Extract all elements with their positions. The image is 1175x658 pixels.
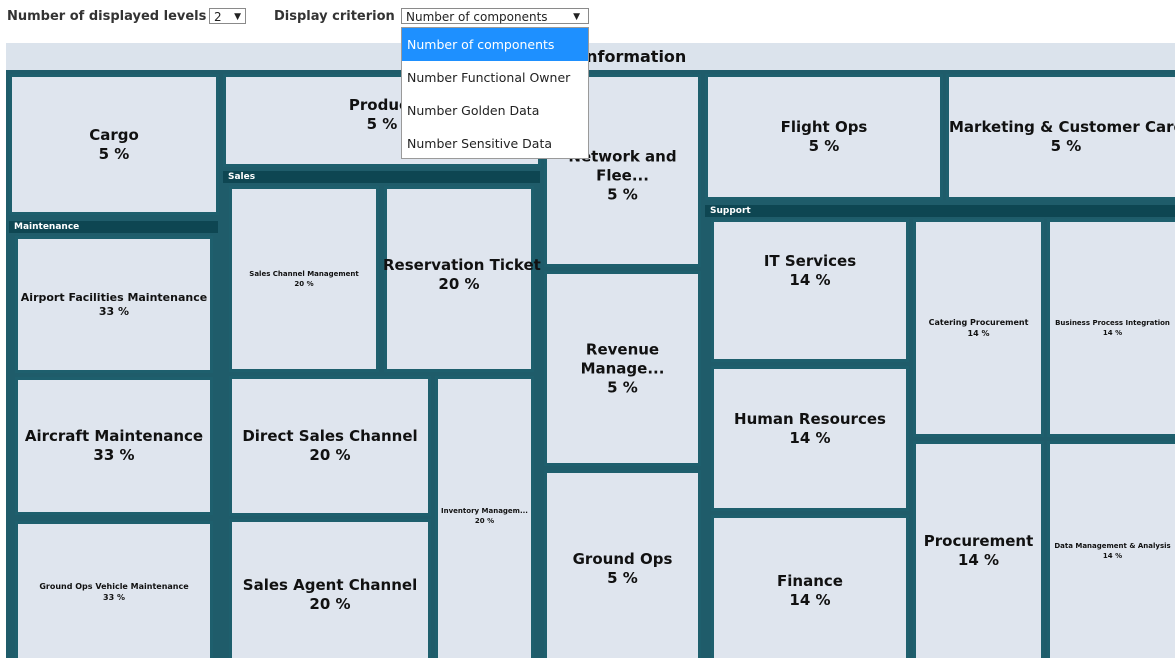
cell-value: 5 %: [607, 378, 638, 396]
cell-value: 20 %: [294, 280, 314, 288]
criterion-select-value: Number of components: [406, 10, 548, 24]
cell-label: Human Resources: [734, 409, 886, 428]
cell-label: Data Management & Analysis: [1054, 542, 1171, 550]
cell-label: Sales Channel Management: [249, 270, 359, 278]
treemap-title: Business Information: [494, 47, 687, 66]
treemap-cell-catering-procurement[interactable]: Catering Procurement 14 %: [913, 219, 1044, 437]
treemap-cell-cargo[interactable]: Cargo 5 %: [9, 74, 219, 215]
treemap-cell-finance[interactable]: Finance 14 %: [711, 515, 909, 658]
cell-label: Business Process Integration: [1055, 319, 1170, 327]
cell-value: 33 %: [98, 304, 130, 318]
criterion-option[interactable]: Number Golden Data: [402, 94, 588, 127]
cell-value: 14 %: [789, 271, 831, 290]
cell-value: 20 %: [309, 595, 351, 614]
cell-label: Airport Facilities Maintenance: [20, 290, 208, 304]
cell-label: Finance: [777, 571, 843, 590]
cell-value: 33 %: [103, 593, 125, 603]
cell-value: 14 %: [789, 428, 831, 447]
cell-label: Direct Sales Channel: [242, 427, 418, 445]
treemap-cell-business-process-integration[interactable]: Business Process Integration 14 %: [1047, 219, 1175, 437]
cell-value: 5 %: [98, 144, 130, 163]
treemap-cell-ground-ops-vehicle-maintenance[interactable]: Ground Ops Vehicle Maintenance 33 %: [15, 521, 213, 658]
cell-value: 20 %: [438, 275, 480, 294]
levels-select[interactable]: 2 ▼: [209, 8, 246, 24]
cell-label: Marketing & Customer Care: [949, 118, 1175, 136]
cell-value: 33 %: [93, 446, 135, 464]
treemap-cell-it-services[interactable]: IT Services 14 %: [711, 219, 909, 362]
group-header-sales[interactable]: Sales: [223, 171, 540, 183]
criterion-label: Display criterion: [274, 9, 395, 24]
cell-label: Sales Agent Channel: [242, 576, 418, 595]
treemap-cell-flight-ops[interactable]: Flight Ops 5 %: [705, 74, 943, 200]
cell-value: 14 %: [789, 590, 831, 609]
cell-label: Reservation Ticket: [383, 256, 541, 275]
cell-value: 20 %: [474, 516, 495, 525]
criterion-dropdown-list: Number of components Number Functional O…: [401, 27, 589, 159]
cell-value: 14 %: [957, 551, 1000, 569]
cell-value: 5 %: [607, 185, 638, 204]
chevron-down-icon: ▼: [573, 12, 580, 22]
cell-label: Ground Ops: [572, 550, 673, 569]
treemap-cell-ground-ops[interactable]: Ground Ops 5 %: [544, 470, 701, 658]
treemap-cell-sales-channel-management[interactable]: Sales Channel Management 20 %: [229, 186, 379, 372]
treemap-cell-inventory-management[interactable]: Inventory Managem... 20 %: [435, 376, 534, 658]
treemap-cell-sales-agent-channel[interactable]: Sales Agent Channel 20 %: [229, 519, 431, 658]
cell-value: 14 %: [1102, 329, 1123, 337]
cell-label: Inventory Managem...: [441, 506, 528, 515]
treemap-cell-revenue-management[interactable]: Revenue Manage... 5 %: [544, 271, 701, 466]
levels-label: Number of displayed levels: [7, 9, 207, 24]
cell-label: Cargo: [89, 125, 139, 144]
cell-value: 5 %: [607, 569, 638, 588]
cell-value: 20 %: [309, 446, 351, 464]
cell-label: Revenue Manage...: [580, 340, 665, 377]
treemap-cell-aircraft-maintenance[interactable]: Aircraft Maintenance 33 %: [15, 377, 213, 515]
criterion-select[interactable]: Number of components ▼: [401, 8, 589, 24]
chevron-down-icon: ▼: [234, 12, 241, 22]
treemap-cell-marketing-customer-care[interactable]: Marketing & Customer Care 5 %: [946, 74, 1175, 200]
cell-value: 14 %: [967, 329, 990, 338]
treemap-cell-data-management-analysis[interactable]: Data Management & Analysis 14 %: [1047, 441, 1175, 658]
cell-value: 5 %: [1050, 137, 1082, 155]
treemap-cell-airport-facilities-maintenance[interactable]: Airport Facilities Maintenance 33 %: [15, 236, 213, 373]
group-header-maintenance[interactable]: Maintenance: [9, 221, 218, 233]
group-header-support[interactable]: Support: [705, 205, 1175, 217]
cell-label: IT Services: [763, 252, 857, 271]
criterion-option[interactable]: Number Functional Owner: [402, 61, 588, 94]
treemap-cell-procurement[interactable]: Procurement 14 %: [913, 441, 1044, 658]
cell-value: 14 %: [1102, 552, 1123, 560]
treemap-cell-direct-sales-channel[interactable]: Direct Sales Channel 20 %: [229, 376, 431, 516]
criterion-option[interactable]: Number of components: [402, 28, 588, 61]
cell-label: Flight Ops: [780, 118, 868, 136]
treemap-cell-human-resources[interactable]: Human Resources 14 %: [711, 366, 909, 511]
levels-select-value: 2: [214, 10, 222, 24]
criterion-option[interactable]: Number Sensitive Data: [402, 127, 588, 160]
cell-label: Procurement: [923, 532, 1034, 550]
cell-label: Ground Ops Vehicle Maintenance: [39, 582, 189, 592]
treemap-cell-reservation-ticket[interactable]: Reservation Ticket 20 %: [383, 186, 541, 372]
treemap-root-header[interactable]: Business Information: [6, 43, 1175, 70]
cell-label: Catering Procurement: [928, 318, 1029, 327]
cell-label: Aircraft Maintenance: [24, 427, 204, 445]
cell-value: 5 %: [808, 137, 840, 155]
